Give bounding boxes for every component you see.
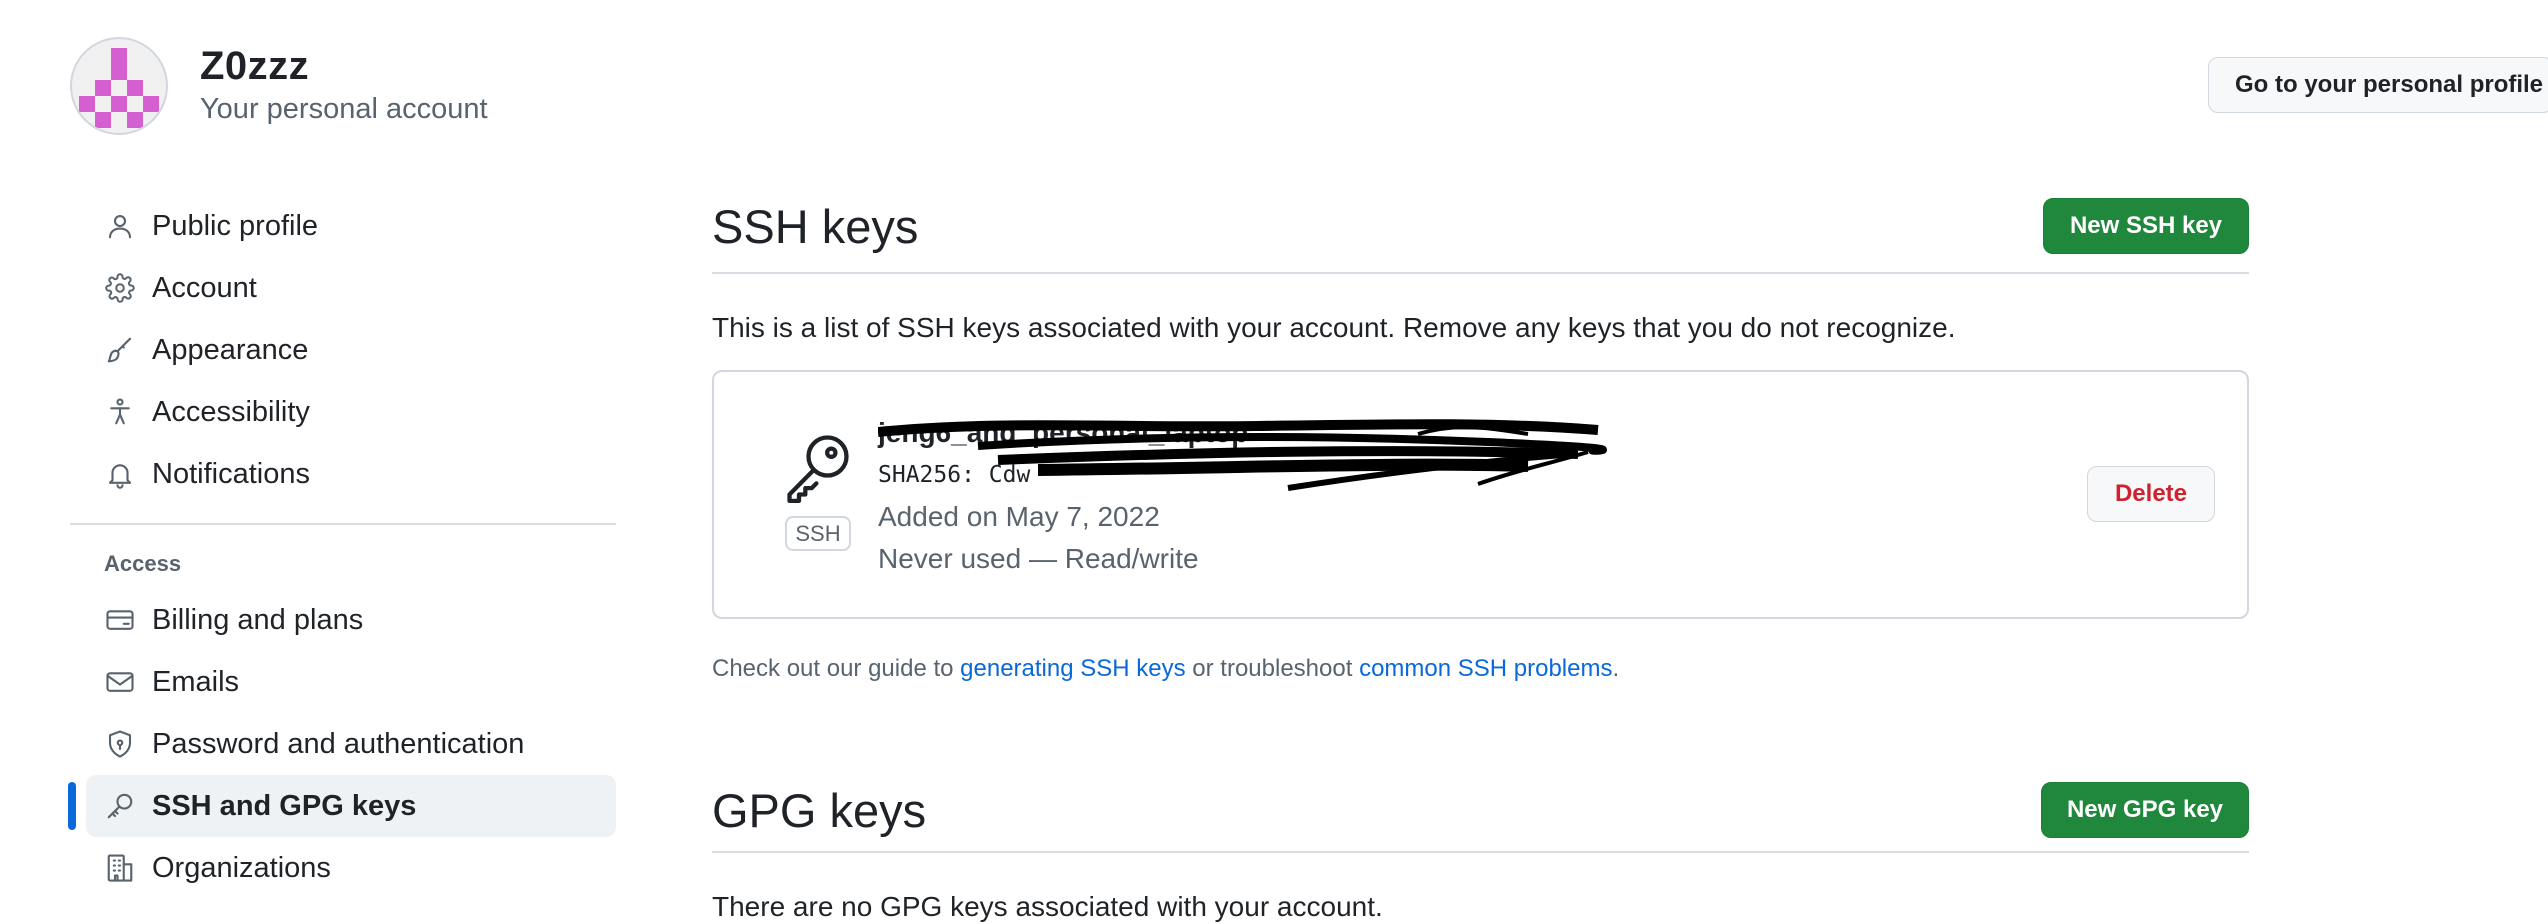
sidebar-item-label: Accessibility	[152, 395, 310, 428]
new-gpg-key-button[interactable]: New GPG key	[2041, 782, 2249, 838]
sidebar-item-organizations[interactable]: Organizations	[70, 837, 616, 899]
bell-icon	[104, 458, 136, 490]
generating-ssh-keys-link[interactable]: generating SSH keys	[960, 655, 1185, 682]
sidebar-item-label: Public profile	[152, 209, 319, 242]
mail-icon	[104, 666, 136, 698]
sidebar-item-label: Password and authentication	[152, 727, 525, 760]
sidebar-item-label: Emails	[152, 665, 240, 698]
avatar[interactable]	[70, 37, 168, 135]
ssh-key-title: jeng6_and_personal_laptop	[878, 417, 1249, 448]
sidebar-item-label: Organizations	[152, 851, 331, 884]
ssh-section-header: SSH keys New SSH key	[712, 180, 2249, 274]
sidebar-item-public-profile[interactable]: Public profile	[70, 195, 616, 257]
go-to-profile-button[interactable]: Go to your personal profile	[2208, 57, 2548, 113]
sidebar-item-label: Billing and plans	[152, 603, 364, 636]
sidebar-item-label: Notifications	[152, 457, 310, 490]
gear-icon	[104, 272, 136, 304]
sidebar-item-label: SSH and GPG keys	[152, 789, 417, 822]
ssh-type-badge: SSH	[785, 516, 851, 552]
paintbrush-icon	[104, 334, 136, 366]
account-name: Z0zzz	[200, 44, 310, 89]
ssh-section-title: SSH keys	[712, 199, 919, 253]
sidebar-item-notifications[interactable]: Notifications	[70, 443, 616, 505]
ssh-key-details: jeng6_and_personal_laptop SHA256: Cdw Ad…	[878, 414, 1738, 575]
sidebar-item-ssh-gpg-keys[interactable]: SSH and GPG keys	[68, 775, 616, 837]
key-icon-group: SSH	[774, 428, 862, 552]
sidebar-item-billing[interactable]: Billing and plans	[70, 589, 616, 651]
sidebar-item-emails[interactable]: Emails	[70, 651, 616, 713]
ssh-key-usage: Never used — Read/write	[878, 542, 1199, 574]
sidebar-divider	[70, 523, 616, 525]
common-ssh-problems-link[interactable]: common SSH problems	[1359, 655, 1612, 682]
guide-suffix: .	[1612, 655, 1620, 682]
key-icon	[104, 790, 136, 822]
sidebar-heading-access: Access	[104, 551, 182, 576]
sidebar-item-appearance[interactable]: Appearance	[70, 319, 616, 381]
ssh-key-added-date: Added on May 7, 2022	[878, 501, 1160, 532]
sidebar-item-label: Account	[152, 271, 257, 304]
credit-card-icon	[104, 604, 136, 636]
gpg-empty-message: There are no GPG keys associated with yo…	[712, 891, 1383, 922]
gpg-section-header: GPG keys New GPG key	[712, 769, 2249, 853]
person-icon	[104, 210, 136, 242]
gpg-section-title: GPG keys	[712, 783, 927, 837]
account-meta: Z0zzz Your personal account	[200, 46, 488, 126]
new-ssh-key-button[interactable]: New SSH key	[2043, 198, 2249, 254]
shield-lock-icon	[104, 728, 136, 760]
sidebar-item-accessibility[interactable]: Accessibility	[70, 381, 616, 443]
ssh-description: This is a list of SSH keys associated wi…	[712, 312, 1956, 343]
settings-sidebar: Public profile Account Appearance Access…	[68, 195, 616, 899]
sidebar-item-password-authentication[interactable]: Password and authentication	[70, 713, 616, 775]
settings-page: Z0zzz Your personal account Go to your p…	[0, 0, 2548, 924]
guide-middle: or troubleshoot	[1185, 655, 1360, 682]
gpg-keys-section: GPG keys New GPG key There are no GPG ke…	[712, 769, 2249, 923]
main-content: SSH keys New SSH key This is a list of S…	[712, 180, 2249, 923]
identicon-icon	[79, 48, 159, 128]
key-icon	[787, 435, 849, 503]
accessibility-icon	[104, 396, 136, 428]
account-header: Z0zzz Your personal account	[70, 36, 488, 136]
ssh-key-fingerprint: SHA256: Cdw	[878, 462, 1031, 488]
sidebar-item-label: Appearance	[152, 333, 309, 366]
guide-prefix: Check out our guide to	[712, 655, 961, 682]
sidebar-item-account[interactable]: Account	[70, 257, 616, 319]
organization-icon	[104, 852, 136, 884]
ssh-keys-section: SSH keys New SSH key This is a list of S…	[712, 180, 2249, 683]
account-subtitle: Your personal account	[200, 93, 488, 126]
ssh-key-list-item: SSH jeng6_and_personal_laptop SHA256: Cd…	[712, 370, 2249, 619]
delete-ssh-key-button[interactable]: Delete	[2087, 466, 2215, 522]
ssh-guide-text: Check out our guide to generating SSH ke…	[712, 655, 2249, 683]
